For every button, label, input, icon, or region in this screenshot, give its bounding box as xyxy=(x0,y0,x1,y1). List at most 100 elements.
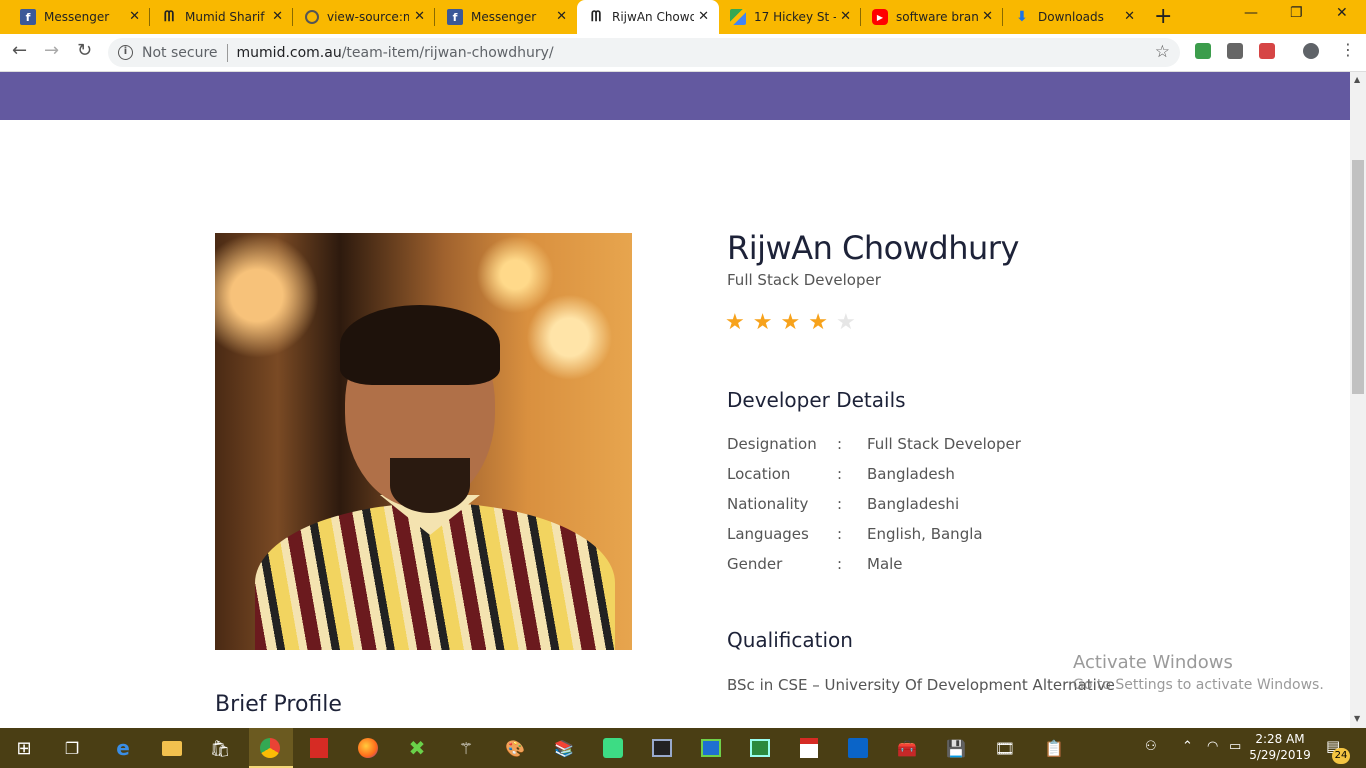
system-clock[interactable]: 2:28 AM 5/29/2019 xyxy=(1244,731,1316,763)
tab-google-maps[interactable]: 17 Hickey St - ✕ xyxy=(719,0,861,34)
restore-button[interactable]: ❐ xyxy=(1290,5,1303,21)
tab-title: 17 Hickey St - xyxy=(754,10,836,24)
clock-time: 2:28 AM xyxy=(1255,732,1305,746)
tab-title: Downloads xyxy=(1038,10,1104,24)
close-window-button[interactable]: ✕ xyxy=(1336,5,1348,21)
tab-title: Messenger xyxy=(44,10,110,24)
extension-calendar-icon[interactable] xyxy=(1227,43,1243,59)
close-tab-icon[interactable]: ✕ xyxy=(556,9,567,24)
reload-button[interactable]: ↻ xyxy=(77,40,92,61)
detail-label: Location xyxy=(727,465,791,483)
star-icon: ★ xyxy=(780,310,801,335)
menu-kebab-icon[interactable]: ⋮ xyxy=(1340,40,1356,59)
battery-icon[interactable]: ▭ xyxy=(1229,739,1241,754)
page-scrollbar[interactable]: ▲ ▼ xyxy=(1350,72,1366,728)
back-button[interactable]: ← xyxy=(12,40,27,61)
close-tab-icon[interactable]: ✕ xyxy=(129,9,140,24)
app-network-icon[interactable]: ⚚ xyxy=(454,736,478,760)
profile-avatar-icon[interactable] xyxy=(1303,43,1319,59)
address-bar[interactable]: i Not secure mumid.com.au /team-item/rij… xyxy=(108,38,1180,67)
tab-rijwan-active[interactable]: ᗰ RijwAn Chowdh ✕ xyxy=(577,0,719,34)
forward-button[interactable]: → xyxy=(44,40,59,61)
close-tab-icon[interactable]: ✕ xyxy=(698,9,709,24)
paint-icon[interactable]: 🎨 xyxy=(503,736,527,760)
tab-downloads[interactable]: ⬇ Downloads ✕ xyxy=(1003,0,1145,34)
android-studio-icon[interactable] xyxy=(601,736,625,760)
tab-strip: f Messenger ✕ ᗰ Mumid Sharif ✕ view-sour… xyxy=(0,0,1366,34)
detail-label: Designation xyxy=(727,435,817,453)
people-icon[interactable]: ⚇ xyxy=(1145,739,1157,754)
minimize-button[interactable]: — xyxy=(1244,5,1258,21)
file-explorer-icon[interactable] xyxy=(160,736,184,760)
detail-colon: : xyxy=(837,555,843,573)
bookmark-star-icon[interactable]: ☆ xyxy=(1155,42,1170,62)
omnibox-divider xyxy=(226,43,228,62)
tab-title: software branc xyxy=(896,10,978,24)
extension-red-icon[interactable] xyxy=(1259,43,1275,59)
star-rating: ★ ★ ★ ★ ★ xyxy=(725,312,856,334)
task-view-icon[interactable]: ❐ xyxy=(60,736,84,760)
tab-title: view-source:m xyxy=(327,10,409,24)
acrobat-reader-icon[interactable] xyxy=(797,736,821,760)
windows-start-icon[interactable]: ⊞ xyxy=(12,736,36,760)
tab-mumid-sharif[interactable]: ᗰ Mumid Sharif ✕ xyxy=(150,0,293,34)
tab-messenger-2[interactable]: f Messenger ✕ xyxy=(435,0,577,34)
scroll-down-icon[interactable]: ▼ xyxy=(1354,714,1360,723)
detail-colon: : xyxy=(837,435,843,453)
tab-messenger-1[interactable]: f Messenger ✕ xyxy=(0,0,150,34)
acrobat-icon[interactable] xyxy=(307,736,331,760)
firefox-icon[interactable] xyxy=(356,736,380,760)
detail-value: Full Stack Developer xyxy=(867,435,1021,453)
app-tools-icon[interactable]: 🧰 xyxy=(895,736,919,760)
info-icon[interactable]: i xyxy=(118,45,133,60)
chrome-icon[interactable] xyxy=(258,736,282,760)
header-banner xyxy=(0,72,1350,120)
qualification-heading: Qualification xyxy=(727,628,853,652)
winrar-icon[interactable]: 📚 xyxy=(552,736,576,760)
brief-profile-heading: Brief Profile xyxy=(215,692,342,717)
star-icon: ★ xyxy=(725,310,745,335)
developer-details-heading: Developer Details xyxy=(727,388,906,412)
close-tab-icon[interactable]: ✕ xyxy=(840,9,851,24)
scroll-thumb[interactable] xyxy=(1352,160,1364,394)
app-blue-window-icon[interactable] xyxy=(699,736,723,760)
tab-view-source[interactable]: view-source:m ✕ xyxy=(293,0,435,34)
terminal-icon[interactable] xyxy=(650,736,674,760)
detail-value: Bangladeshi xyxy=(867,495,960,513)
detail-value: Male xyxy=(867,555,903,573)
app-film-icon[interactable]: 🎞 xyxy=(993,736,1017,760)
url-host: mumid.com.au xyxy=(236,44,342,61)
star-icon: ★ xyxy=(835,310,856,335)
extension-green-icon[interactable] xyxy=(1195,43,1211,59)
profile-photo xyxy=(215,233,632,650)
edge-icon[interactable]: e xyxy=(111,736,135,760)
browser-toolbar: ← → ↻ i Not secure mumid.com.au /team-it… xyxy=(0,34,1366,72)
close-tab-icon[interactable]: ✕ xyxy=(414,9,425,24)
detail-label: Languages xyxy=(727,525,809,543)
close-tab-icon[interactable]: ✕ xyxy=(1124,9,1135,24)
store-icon[interactable]: 🛍 xyxy=(208,736,232,760)
app-green-window-icon[interactable] xyxy=(748,736,772,760)
notification-count-badge: 24 xyxy=(1332,748,1350,764)
app-x-icon[interactable]: ✖ xyxy=(405,736,429,760)
mumid-logo-icon: ᗰ xyxy=(590,9,602,25)
detail-value: Bangladesh xyxy=(867,465,955,483)
detail-colon: : xyxy=(837,525,843,543)
save-disk-icon[interactable]: 💾 xyxy=(944,736,968,760)
wifi-icon[interactable]: ◠ xyxy=(1207,739,1218,754)
windows-taskbar: ⊞ ❐ e 🛍 ✖ ⚚ 🎨 📚 🧰 💾 🎞 📋 ⚇ ⌃ ◠ ▭ 2:28 AM … xyxy=(0,728,1366,768)
close-tab-icon[interactable]: ✕ xyxy=(982,9,993,24)
app-clipboard-icon[interactable]: 📋 xyxy=(1042,736,1066,760)
chevron-up-icon[interactable]: ⌃ xyxy=(1182,739,1193,754)
activate-windows-title: Activate Windows xyxy=(1073,652,1233,673)
globe-icon xyxy=(305,10,319,24)
tab-youtube[interactable]: ▶ software branc ✕ xyxy=(861,0,1003,34)
close-tab-icon[interactable]: ✕ xyxy=(272,9,283,24)
star-icon: ★ xyxy=(752,310,773,335)
outlook-icon[interactable] xyxy=(846,736,870,760)
tab-title: Messenger xyxy=(471,10,537,24)
download-icon: ⬇ xyxy=(1016,9,1028,25)
scroll-up-icon[interactable]: ▲ xyxy=(1354,75,1360,84)
youtube-icon: ▶ xyxy=(872,9,888,25)
new-tab-button[interactable]: + xyxy=(1154,4,1172,29)
